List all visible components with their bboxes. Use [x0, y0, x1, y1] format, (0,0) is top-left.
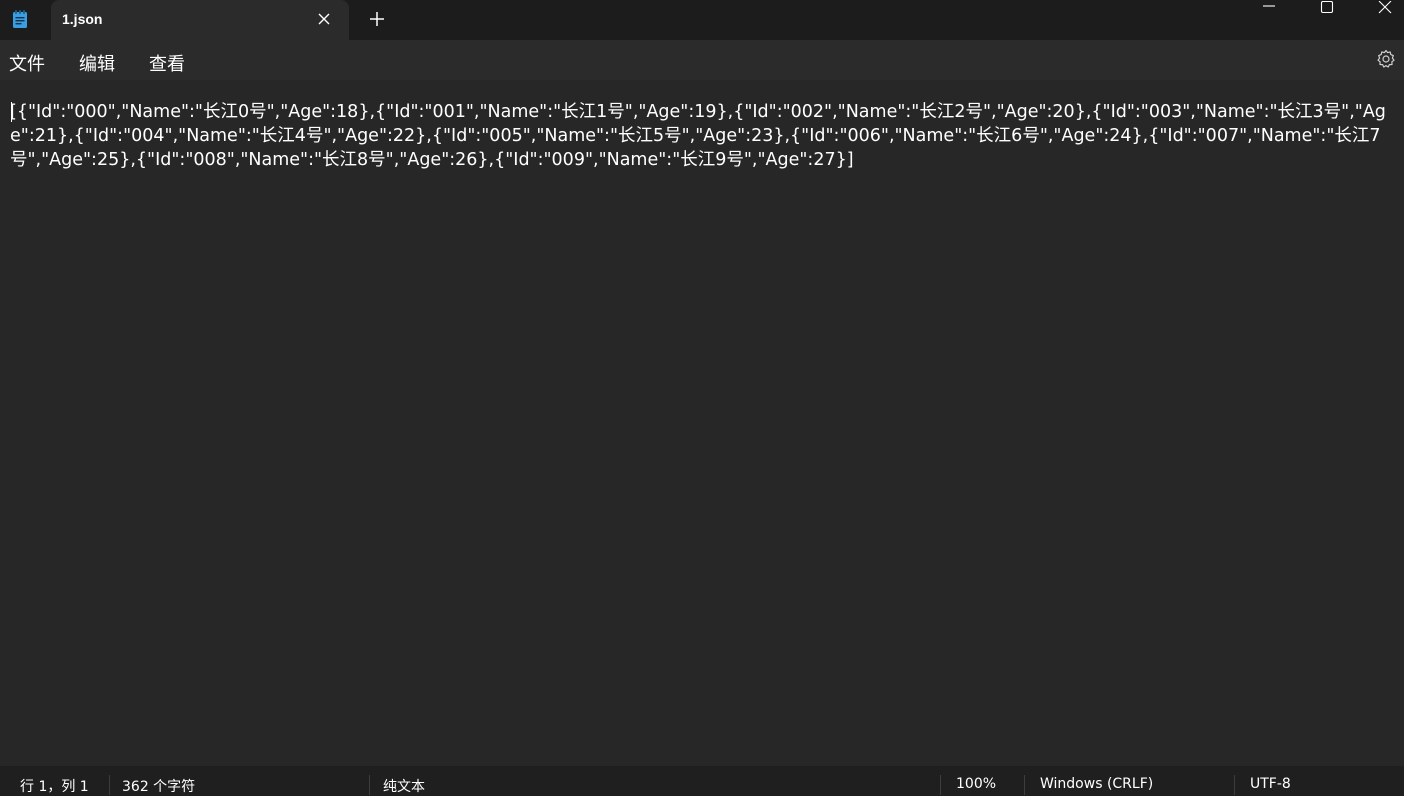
line-ending[interactable]: Windows (CRLF) — [1040, 776, 1153, 792]
encoding[interactable]: UTF-8 — [1250, 776, 1291, 792]
plus-icon[interactable] — [368, 10, 386, 28]
close-window-icon[interactable] — [1356, 0, 1404, 24]
menu-edit[interactable]: 编辑 — [79, 50, 115, 76]
status-divider — [1234, 775, 1235, 795]
char-count: 362 个字符 — [122, 779, 196, 795]
editor-content[interactable]: [{"Id":"000","Name":"长江0号","Age":18},{"I… — [10, 100, 1390, 172]
text-editor[interactable]: [{"Id":"000","Name":"长江0号","Age":18},{"I… — [0, 80, 1404, 765]
status-bar: 行 1，列 1 362 个字符 纯文本 100% Windows (CRLF) … — [0, 766, 1404, 796]
text-caret — [11, 102, 12, 122]
menu-view[interactable]: 查看 — [149, 50, 185, 76]
menu-bar: 文件 编辑 查看 — [0, 40, 1404, 80]
menu-file[interactable]: 文件 — [9, 50, 45, 76]
title-bar: 1.json — [0, 0, 1404, 40]
status-divider — [940, 775, 941, 795]
gear-icon[interactable] — [1376, 49, 1396, 69]
tab-1-json[interactable]: 1.json — [51, 0, 349, 40]
minimize-icon[interactable] — [1240, 0, 1298, 24]
status-divider — [369, 775, 370, 795]
tab-title: 1.json — [62, 11, 103, 27]
cursor-position: 行 1，列 1 — [20, 779, 89, 795]
zoom-level[interactable]: 100% — [956, 776, 996, 792]
close-icon[interactable] — [315, 10, 333, 28]
notepad-icon — [12, 9, 28, 29]
status-divider — [1024, 775, 1025, 795]
status-divider — [109, 775, 110, 795]
maximize-icon[interactable] — [1298, 0, 1356, 24]
text-format: 纯文本 — [383, 779, 425, 795]
